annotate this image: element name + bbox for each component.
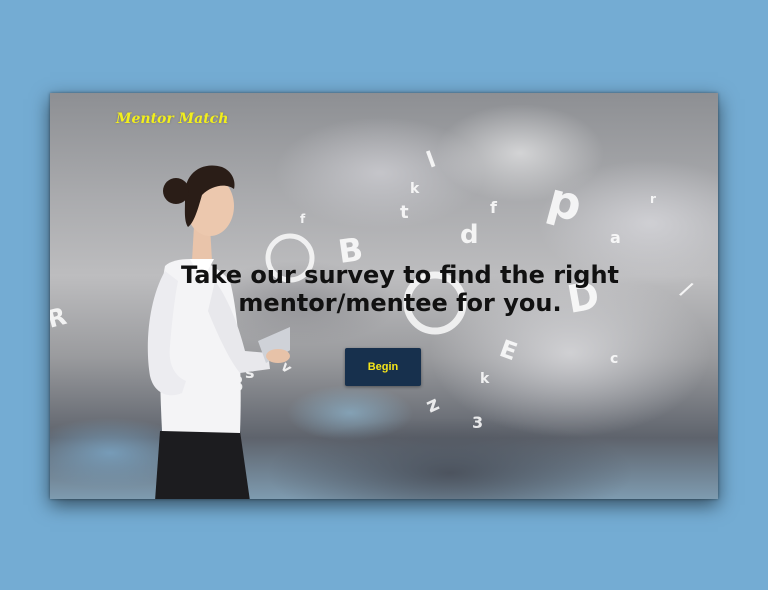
headline-line-2: mentor/mentee for you.: [238, 289, 562, 317]
letter-r-decoration: R: [50, 302, 69, 334]
headline-line-1: Take our survey to find the right: [180, 261, 620, 289]
letter-small-a-decoration: a: [610, 228, 621, 247]
begin-button[interactable]: Begin: [345, 348, 421, 386]
letter-small-c-decoration: c: [610, 351, 618, 367]
letter-small-r-decoration: r: [650, 192, 656, 206]
letter-small-f-decoration: f: [300, 212, 306, 226]
letter-z-decoration: z: [422, 391, 443, 418]
letter-t-decoration: t: [400, 202, 409, 223]
letter-d2-decoration: d: [460, 220, 479, 250]
letter-p-decoration: p: [542, 171, 588, 232]
letter-small-k-decoration: k: [480, 371, 490, 387]
brand-logo[interactable]: Mentor Match: [116, 111, 228, 127]
hero-frame: p D E B d t k f l a r / R 3 s z 3 k c f …: [50, 93, 718, 499]
letter-slash-decoration: /: [678, 277, 697, 302]
letter-l-decoration: l: [424, 148, 440, 174]
letter-f-decoration: f: [490, 198, 498, 217]
letter-e-decoration: E: [496, 334, 521, 366]
hero-headline: Take our survey to find the right mentor…: [120, 261, 680, 317]
letter-k-decoration: k: [410, 181, 420, 197]
letter-3b-decoration: 3: [472, 413, 483, 432]
